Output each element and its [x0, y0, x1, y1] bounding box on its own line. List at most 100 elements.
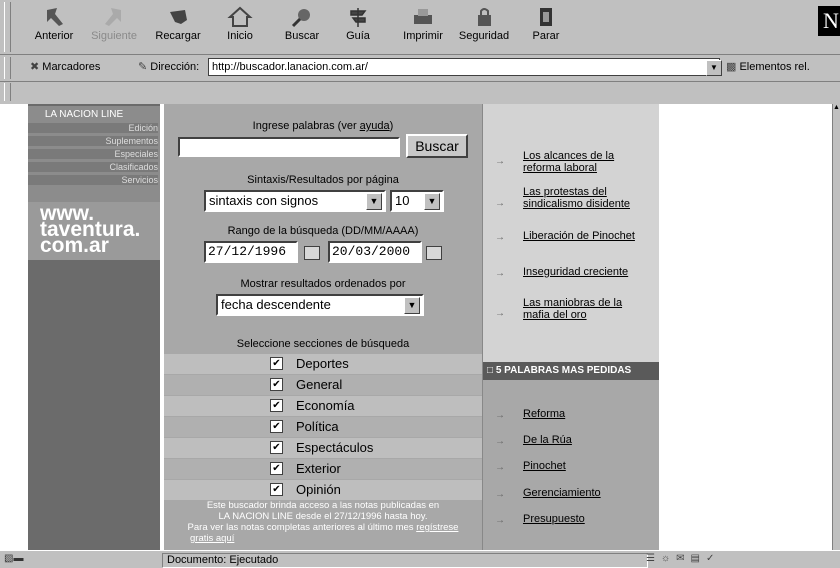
date-to-field[interactable]: 20/03/2000: [328, 241, 422, 263]
bookmarks-button[interactable]: ✖ Marcadores: [30, 60, 100, 73]
section-row-general: ✔ General: [164, 375, 482, 395]
nav-item-servicios[interactable]: Servicios: [28, 175, 158, 185]
note-text: Para ver las notas completas anteriores …: [187, 522, 417, 533]
order-select[interactable]: fecha descendente ▼: [216, 294, 424, 316]
section-row-deportes: ✔ Deportes: [164, 354, 482, 374]
section-checkbox[interactable]: ✔: [270, 420, 283, 433]
vertical-scrollbar[interactable]: ▲: [832, 104, 840, 550]
section-label: Opinión: [296, 482, 341, 497]
scroll-up-icon[interactable]: ▲: [833, 104, 840, 114]
section-label: Economía: [296, 398, 355, 413]
url-dropdown-button[interactable]: ▼: [706, 60, 722, 76]
top-words-heading: □ 5 PALABRAS MAS PEDIDAS: [483, 362, 659, 380]
top-word-link[interactable]: Gerenciamiento: [523, 487, 601, 499]
connection-icon: ▧▬: [4, 553, 24, 564]
top-words-heading-text: 5 PALABRAS MAS PEDIDAS: [495, 365, 632, 376]
news-link[interactable]: Liberación de Pinochet: [523, 230, 653, 242]
site-nav: LA NACION LINE Edición Suplementos Espec…: [28, 106, 160, 260]
forward-button: Siguiente: [88, 6, 140, 42]
arrow-bullet-icon: →: [495, 268, 505, 279]
section-checkbox[interactable]: ✔: [270, 462, 283, 475]
register-link-2[interactable]: gratis aquí: [190, 533, 234, 544]
toolbar-grip[interactable]: [4, 2, 11, 52]
location-toolbar-grip[interactable]: [4, 57, 11, 79]
address-label-text: Dirección:: [150, 61, 200, 73]
url-field[interactable]: http://buscador.lanacion.com.ar/: [208, 58, 720, 76]
news-link[interactable]: Los alcances de la reforma laboral: [523, 150, 653, 174]
forward-arrow-icon: [105, 8, 121, 26]
arrow-bullet-icon: →: [495, 436, 505, 447]
section-checkbox[interactable]: ✔: [270, 378, 283, 391]
arrow-bullet-icon: →: [495, 232, 505, 243]
search-label: Buscar: [284, 30, 320, 42]
reload-label: Recargar: [155, 30, 201, 42]
range-label: Rango de la búsqueda (DD/MM/AAAA): [227, 225, 419, 237]
search-submit-button[interactable]: Buscar: [406, 134, 468, 158]
bookmarks-label: Marcadores: [42, 61, 101, 73]
guide-label: Guía: [346, 30, 370, 42]
section-label: Espectáculos: [296, 440, 374, 455]
personal-toolbar-grip[interactable]: [4, 83, 11, 101]
section-checkbox[interactable]: ✔: [270, 483, 283, 496]
register-link[interactable]: regístrese: [416, 522, 458, 533]
promo-banner[interactable]: www. taventura. com.ar: [28, 202, 160, 260]
section-row-politica: ✔ Política: [164, 417, 482, 437]
section-label: General: [296, 377, 343, 392]
back-label: Anterior: [34, 30, 74, 42]
security-button[interactable]: Seguridad: [454, 6, 514, 42]
order-label: Mostrar resultados ordenados por: [240, 278, 406, 290]
section-checkbox[interactable]: ✔: [270, 441, 283, 454]
bookmark-icon: ✖: [30, 61, 40, 73]
news-line: Las protestas del: [523, 186, 607, 198]
top-word-link[interactable]: Pinochet: [523, 460, 566, 472]
search-form: Ingrese palabras (ver ayuda) Buscar Sint…: [164, 104, 482, 550]
browser-logo: N: [818, 6, 840, 36]
syntax-select[interactable]: sintaxis con signos ▼: [204, 190, 386, 212]
related-label: Elementos rel.: [739, 61, 810, 73]
nav-item-especiales[interactable]: Especiales: [28, 149, 158, 159]
news-link[interactable]: Las protestas del sindicalismo disidente: [523, 186, 653, 210]
guide-button[interactable]: Guía: [340, 6, 376, 42]
print-button[interactable]: Imprimir: [398, 6, 448, 42]
print-label: Imprimir: [403, 30, 443, 42]
top-word-link[interactable]: Reforma: [523, 408, 565, 420]
stop-button[interactable]: Parar: [526, 6, 566, 42]
search-button[interactable]: Buscar: [280, 6, 324, 42]
nav-item-edicion[interactable]: Edición: [28, 123, 158, 133]
reload-button[interactable]: Recargar: [150, 6, 206, 42]
per-page-select[interactable]: 10 ▼: [390, 190, 444, 212]
location-toolbar: ✖ Marcadores ✎ Dirección: http://buscado…: [0, 55, 840, 82]
news-link[interactable]: Inseguridad creciente: [523, 266, 653, 278]
section-label: Exterior: [296, 461, 341, 476]
top-word-link[interactable]: De la Rúa: [523, 434, 572, 446]
news-link[interactable]: Las maniobras de la mafia del oro: [523, 297, 653, 321]
left-column: LA NACION LINE Edición Suplementos Espec…: [28, 104, 160, 550]
query-input[interactable]: [178, 137, 400, 157]
nav-item-suplementos[interactable]: Suplementos: [28, 136, 158, 146]
address-label: ✎ Dirección:: [138, 60, 199, 73]
component-icons[interactable]: ☰☼✉▤✓: [646, 553, 836, 566]
calendar-icon[interactable]: [304, 246, 320, 260]
forward-label: Siguiente: [91, 30, 137, 42]
section-checkbox[interactable]: ✔: [270, 357, 283, 370]
stop-label: Parar: [532, 30, 560, 42]
section-label: Deportes: [296, 356, 349, 371]
news-line: mafia del oro: [523, 309, 587, 321]
nav-item-clasificados[interactable]: Clasificados: [28, 162, 158, 172]
help-link[interactable]: ayuda: [360, 120, 390, 132]
note-line: Para ver las notas completas anteriores …: [164, 522, 482, 533]
home-icon: [227, 6, 253, 27]
arrow-bullet-icon: →: [495, 198, 505, 209]
lock-icon: [478, 8, 491, 26]
calendar-icon[interactable]: [426, 246, 442, 260]
section-checkbox[interactable]: ✔: [270, 399, 283, 412]
related-button[interactable]: ▩ Elementos rel.: [726, 60, 810, 73]
search-icon: [291, 9, 310, 28]
arrow-bullet-icon: →: [495, 308, 505, 319]
top-word-link[interactable]: Presupuesto: [523, 513, 585, 525]
back-button[interactable]: Anterior: [32, 6, 76, 42]
home-button[interactable]: Inicio: [220, 6, 260, 42]
section-row-opinion: ✔ Opinión: [164, 480, 482, 500]
sections-label: Seleccione secciones de búsqueda: [236, 338, 410, 350]
date-from-field[interactable]: 27/12/1996: [204, 241, 298, 263]
